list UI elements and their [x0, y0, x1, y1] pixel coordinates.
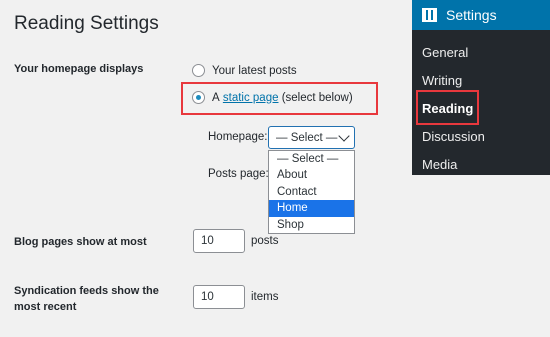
menu-item-media[interactable]: Media — [422, 157, 457, 172]
blog-pages-label: Blog pages show at most — [14, 236, 147, 248]
homepage-displays-label: Your homepage displays — [14, 63, 144, 75]
dropdown-option[interactable]: — Select — — [269, 151, 354, 167]
syndication-label-line1: Syndication feeds show the — [14, 285, 159, 297]
menu-settings-label: Settings — [446, 7, 497, 23]
radio-latest-posts-label: Your latest posts — [212, 64, 297, 77]
menu-item-general[interactable]: General — [422, 45, 468, 60]
chevron-down-icon — [338, 130, 350, 142]
menu-item-discussion[interactable]: Discussion — [422, 129, 485, 144]
reading-menu-highlight — [416, 90, 479, 125]
homepage-select-dropdown[interactable]: — Select — About Contact Home Shop — [268, 150, 355, 234]
static-page-highlight — [181, 82, 378, 115]
syndication-label-line2: most recent — [14, 301, 77, 313]
dropdown-option[interactable]: Contact — [269, 184, 354, 200]
radio-latest-posts-input[interactable] — [192, 64, 205, 77]
blog-pages-unit: posts — [251, 235, 279, 247]
homepage-select-label: Homepage: — [208, 131, 268, 143]
settings-sliders-icon — [422, 8, 437, 22]
menu-settings-header[interactable]: Settings — [412, 0, 550, 30]
dropdown-option[interactable]: Shop — [269, 217, 354, 233]
dropdown-option[interactable]: About — [269, 167, 354, 183]
admin-menu: Settings General Writing Reading Discuss… — [412, 0, 550, 175]
radio-latest-posts[interactable]: Your latest posts — [192, 64, 297, 77]
syndication-unit: items — [251, 291, 279, 303]
posts-page-label: Posts page: — [208, 168, 269, 180]
homepage-select[interactable]: — Select — — [268, 126, 355, 149]
blog-pages-input[interactable]: 10 — [193, 229, 245, 253]
homepage-select-value: — Select — — [276, 131, 338, 144]
dropdown-option-highlighted[interactable]: Home — [269, 200, 354, 217]
syndication-input[interactable]: 10 — [193, 285, 245, 309]
page-title: Reading Settings — [14, 13, 159, 34]
menu-item-writing[interactable]: Writing — [422, 73, 462, 88]
